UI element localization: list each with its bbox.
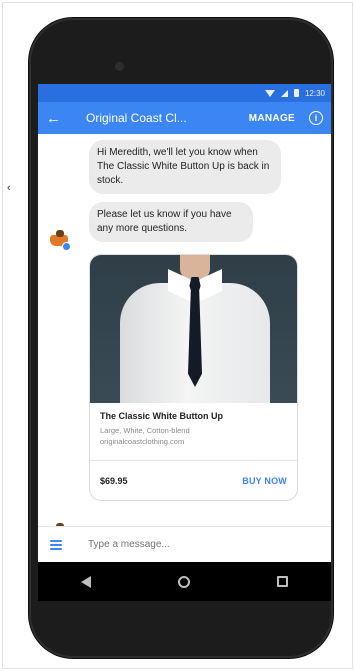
buy-now-button[interactable]: BUY NOW <box>242 476 287 486</box>
avatar <box>49 229 71 251</box>
conversation-title: Original Coast Cl... <box>86 111 187 125</box>
message-bubble: Please let us know if you have any more … <box>89 202 253 242</box>
product-card-footer: $69.95 BUY NOW <box>90 460 297 500</box>
back-arrow-icon[interactable]: ← <box>46 110 66 127</box>
camera-dot <box>115 62 124 71</box>
nav-recents-icon[interactable] <box>276 576 288 587</box>
manage-button[interactable]: MANAGE <box>249 113 295 124</box>
phone-screen: 12:30 ← Original Coast Cl... MANAGE i Hi… <box>38 84 331 601</box>
wifi-icon <box>264 89 275 97</box>
message-input[interactable] <box>88 539 268 550</box>
app-bar: ← Original Coast Cl... MANAGE i <box>38 102 331 134</box>
nav-home-icon[interactable] <box>177 575 190 588</box>
product-subtitle: Large, White, Cotton-blend <box>100 426 190 435</box>
chat-thread[interactable]: Hi Meredith, we'll let you know when The… <box>38 134 331 544</box>
battery-icon <box>293 89 299 97</box>
status-bar: 12:30 <box>38 84 331 102</box>
message-composer <box>38 526 331 562</box>
signal-icon <box>280 89 288 97</box>
stray-mark: ‹ <box>7 182 11 194</box>
product-title: The Classic White Button Up <box>100 411 224 421</box>
nav-back-icon[interactable] <box>81 575 92 588</box>
menu-icon[interactable] <box>50 539 62 550</box>
product-price: $69.95 <box>100 475 128 486</box>
product-image[interactable] <box>90 255 297 403</box>
product-card[interactable]: The Classic White Button Up Large, White… <box>89 254 298 501</box>
android-nav-bar <box>38 562 331 601</box>
info-icon[interactable]: i <box>309 111 323 125</box>
product-url: originalcoastclothing.com <box>100 437 185 446</box>
messenger-badge-icon <box>62 242 71 251</box>
message-bubble: Hi Meredith, we'll let you know when The… <box>89 140 281 194</box>
status-time: 12:30 <box>304 88 325 98</box>
